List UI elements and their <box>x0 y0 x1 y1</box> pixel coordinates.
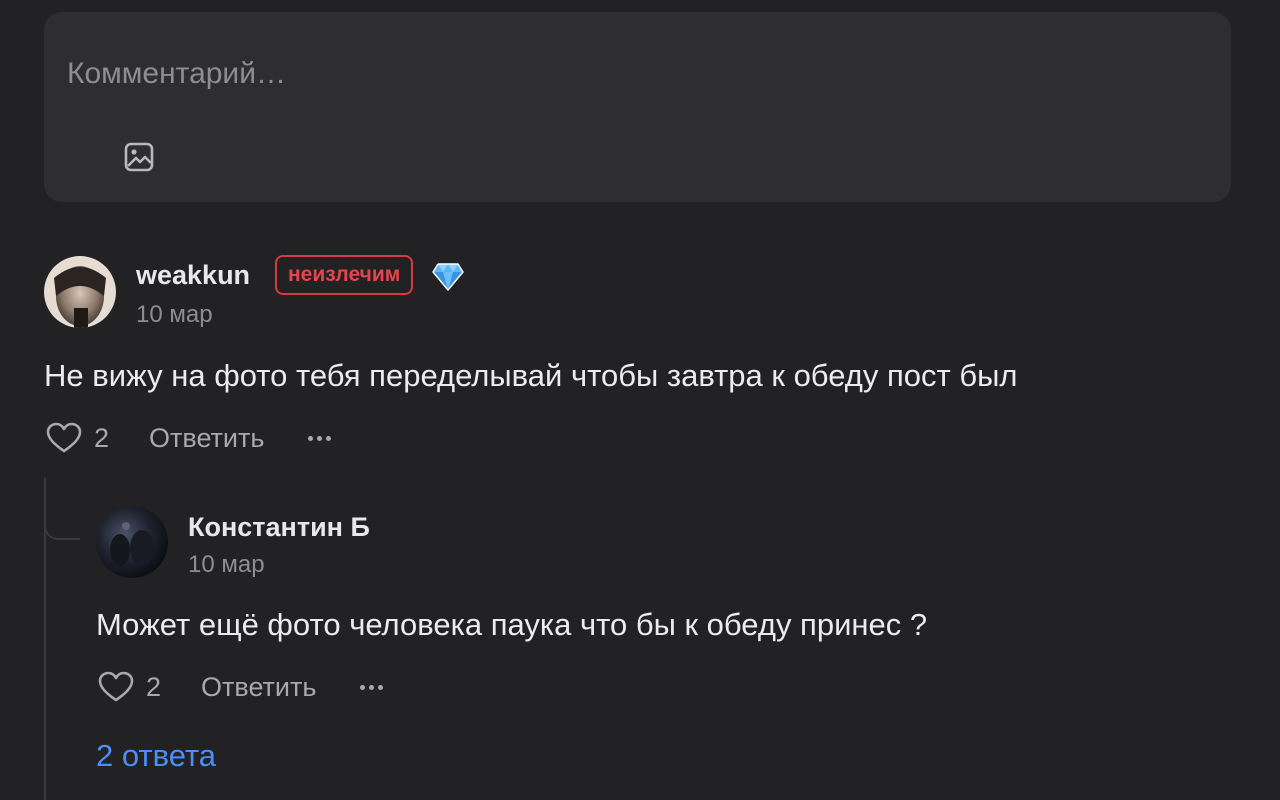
comment-actions: 2 Ответить <box>46 418 332 458</box>
like-button[interactable]: 2 <box>46 422 109 454</box>
more-icon[interactable] <box>360 672 384 702</box>
avatar[interactable] <box>44 256 116 328</box>
user-badge: неизлечим <box>275 255 414 295</box>
image-icon <box>124 142 154 172</box>
thread-connector <box>44 478 80 540</box>
show-replies-link[interactable]: 2 ответа <box>96 736 216 776</box>
comment-text: Не вижу на фото тебя переделывай чтобы з… <box>44 358 1018 393</box>
reply-button[interactable]: Ответить <box>201 672 316 703</box>
reply-actions: 2 Ответить <box>98 667 384 707</box>
reply-avatar[interactable] <box>96 506 168 578</box>
comment-author[interactable]: weakkun <box>136 258 250 292</box>
reply-text: Может ещё фото человека паука что бы к о… <box>96 607 928 642</box>
comment-date: 10 мар <box>136 301 213 328</box>
heart-icon <box>98 671 134 702</box>
comment-composer[interactable]: Комментарий… <box>44 12 1231 202</box>
diamond-icon <box>432 262 464 292</box>
heart-icon <box>46 422 82 453</box>
like-count: 2 <box>146 671 162 702</box>
like-button[interactable]: 2 <box>98 671 161 703</box>
attach-image-button[interactable] <box>122 140 156 174</box>
comments-page: Комментарий… weakkun неизлечим 10 мар Не… <box>0 0 1280 800</box>
reply-button[interactable]: Ответить <box>149 423 264 454</box>
more-icon[interactable] <box>308 423 332 453</box>
reply-date: 10 мар <box>188 551 265 578</box>
user-avatar-image <box>96 506 168 578</box>
user-avatar-image <box>44 256 116 328</box>
reply-author[interactable]: Константин Б <box>188 510 370 544</box>
comment-input-placeholder[interactable]: Комментарий… <box>67 54 286 94</box>
like-count: 2 <box>94 422 110 453</box>
